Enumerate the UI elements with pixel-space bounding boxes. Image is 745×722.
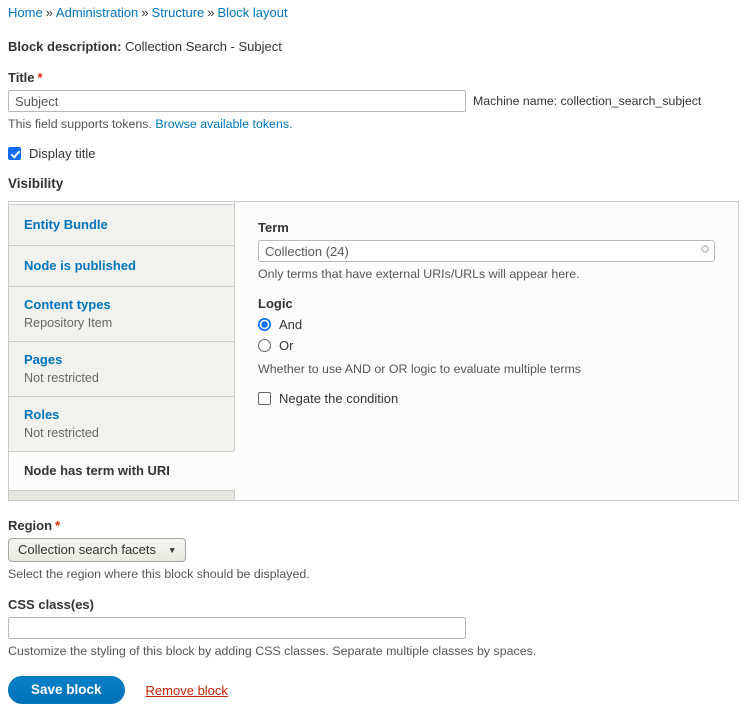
remove-block-link[interactable]: Remove block [146,683,228,698]
tab-label: Content types [24,297,219,313]
visibility-tab-pane: Term Only terms that have external URIs/… [235,202,738,500]
breadcrumb-link-block-layout[interactable]: Block layout [218,5,288,20]
region-field-section: Region* Collection search facets ▼ Selec… [8,518,737,581]
region-select[interactable]: Collection search facets ▼ [8,538,186,562]
title-help-text: This field supports tokens. [8,117,152,131]
breadcrumb-link-home[interactable]: Home [8,5,43,20]
logic-label: Logic [258,296,715,311]
logic-or-radio[interactable] [258,339,271,352]
tab-summary: Not restricted [24,370,219,386]
breadcrumb-separator: » [207,5,214,20]
display-title-label: Display title [29,146,95,161]
required-marker: * [55,518,60,533]
tab-entity-bundle[interactable]: Entity Bundle [9,204,234,245]
region-help-text: Select the region where this block shoul… [8,567,737,581]
tab-menu-cut-strip [9,490,234,500]
block-description-value: Collection Search - Subject [125,39,282,54]
display-title-row: Display title [8,146,737,161]
block-description: Block description: Collection Search - S… [8,39,737,54]
css-classes-label: CSS class(es) [8,597,737,612]
logic-and-radio[interactable] [258,318,271,331]
tab-label: Node has term with URI [24,463,219,479]
logic-option-or: Or [258,338,715,353]
breadcrumb-link-administration[interactable]: Administration [56,5,138,20]
chevron-down-icon: ▼ [168,545,176,555]
tab-label: Entity Bundle [24,217,219,233]
negate-condition-checkbox[interactable] [258,392,271,405]
tab-summary: Not restricted [24,425,219,441]
breadcrumb: Home»Administration»Structure»Block layo… [8,5,737,20]
tab-label: Node is published [24,258,219,274]
css-classes-help-text: Customize the styling of this block by a… [8,644,737,658]
tab-node-has-term-with-uri[interactable]: Node has term with URI [9,451,234,490]
term-label: Term [258,220,715,235]
logic-and-label: And [279,317,302,332]
visibility-tab-menu: Entity Bundle Node is published Content … [9,202,235,500]
visibility-vertical-tabs: Entity Bundle Node is published Content … [8,201,739,501]
breadcrumb-separator: » [141,5,148,20]
term-help-text: Only terms that have external URIs/URLs … [258,267,715,281]
browse-tokens-link[interactable]: Browse available tokens. [155,117,292,131]
breadcrumb-separator: » [46,5,53,20]
breadcrumb-link-structure[interactable]: Structure [152,5,205,20]
tab-node-is-published[interactable]: Node is published [9,245,234,286]
logic-option-and: And [258,317,715,332]
machine-name-text: Machine name: collection_search_subject [473,94,701,108]
autocomplete-throbber-icon [701,245,709,253]
logic-help-text: Whether to use AND or OR logic to evalua… [258,362,715,376]
css-classes-section: CSS class(es) Customize the styling of t… [8,597,737,658]
region-select-value: Collection search facets [18,542,156,557]
block-configure-page: Home»Administration»Structure»Block layo… [0,0,745,722]
tab-pages[interactable]: Pages Not restricted [9,341,234,396]
title-label: Title [8,70,35,85]
title-input[interactable] [8,90,466,112]
region-label: Region [8,518,52,533]
term-autocomplete-input[interactable] [258,240,715,262]
save-block-button[interactable]: Save block [8,676,125,704]
negate-condition-row: Negate the condition [258,391,715,406]
required-marker: * [38,70,43,85]
block-description-label: Block description: [8,39,121,54]
title-field-section: Title* Machine name: collection_search_s… [8,70,737,131]
tab-content-types[interactable]: Content types Repository Item [9,286,234,341]
display-title-checkbox[interactable] [8,147,21,160]
tab-label: Roles [24,407,219,423]
tab-label: Pages [24,352,219,368]
logic-or-label: Or [279,338,293,353]
visibility-heading: Visibility [8,176,737,191]
tab-roles[interactable]: Roles Not restricted [9,396,234,451]
negate-condition-label: Negate the condition [279,391,398,406]
tab-summary: Repository Item [24,315,219,331]
css-classes-input[interactable] [8,617,466,639]
form-actions: Save block Remove block [8,676,737,712]
